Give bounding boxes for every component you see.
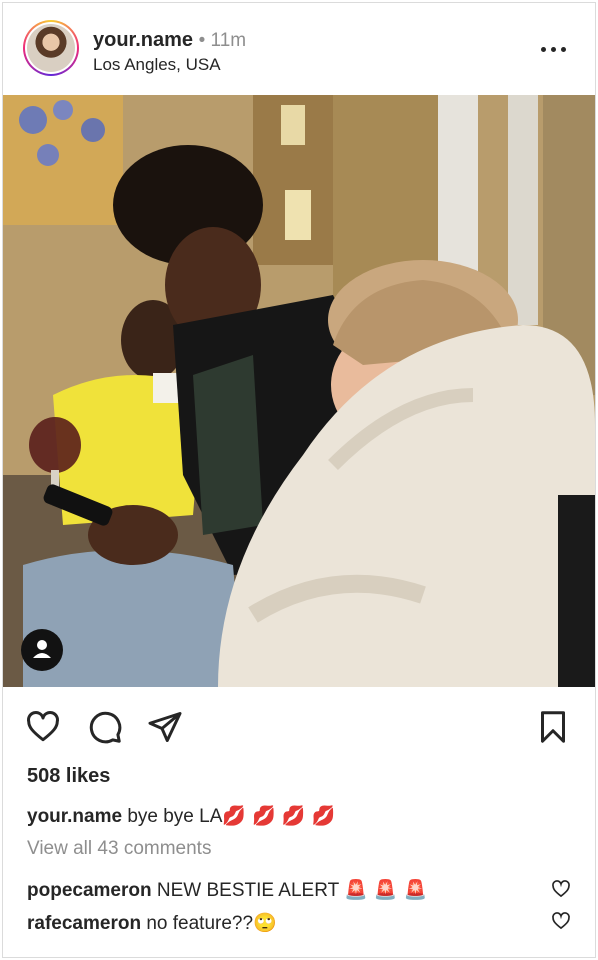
comment-row: popecameron NEW BESTIE ALERT 🚨 🚨 🚨 [27,878,427,902]
comment-emoji: 🚨 🚨 🚨 [344,879,428,901]
post-photo[interactable] [3,95,595,687]
comment-username[interactable]: rafecameron [27,913,141,934]
post-header: your.name • 11m Los Angles, USA [3,3,595,95]
likes-count[interactable]: 508 likes [27,765,110,788]
comment-row: rafecameron no feature??🙄 [27,911,277,935]
avatar-photo [27,24,75,72]
post-time-separator: • [198,30,211,51]
avatar-inner [25,22,77,74]
comment-bubble-icon[interactable] [87,709,123,745]
post-location[interactable]: Los Angles, USA [93,55,221,75]
comment-emoji: 🙄 [253,912,277,934]
action-bar [3,703,595,751]
comment-heart-icon[interactable] [551,879,571,899]
view-all-comments-link[interactable]: View all 43 comments [27,838,211,860]
heart-outline-icon[interactable] [25,709,61,745]
post-caption: your.name bye bye LA💋 💋 💋 💋 [27,804,335,828]
photo-illustration [3,95,595,687]
caption-username[interactable]: your.name [27,806,122,827]
comment-text: NEW BESTIE ALERT [156,880,339,901]
comment-text: no feature?? [146,913,254,934]
comment-username[interactable]: popecameron [27,880,152,901]
caption-text: bye bye LA [127,806,223,827]
avatar[interactable] [23,20,79,76]
bookmark-outline-icon[interactable] [535,709,571,745]
caption-emoji: 💋 💋 💋 💋 [222,805,336,827]
comment-heart-icon[interactable] [551,911,571,931]
more-options-icon[interactable] [541,39,567,59]
post-time: 11m [210,30,247,51]
instagram-post-card: your.name • 11m Los Angles, USA 508 like… [2,2,596,958]
paper-plane-icon[interactable] [147,709,183,745]
user-tag-icon[interactable] [21,629,63,671]
username-row: your.name • 11m [93,28,246,53]
post-username[interactable]: your.name [93,29,193,51]
